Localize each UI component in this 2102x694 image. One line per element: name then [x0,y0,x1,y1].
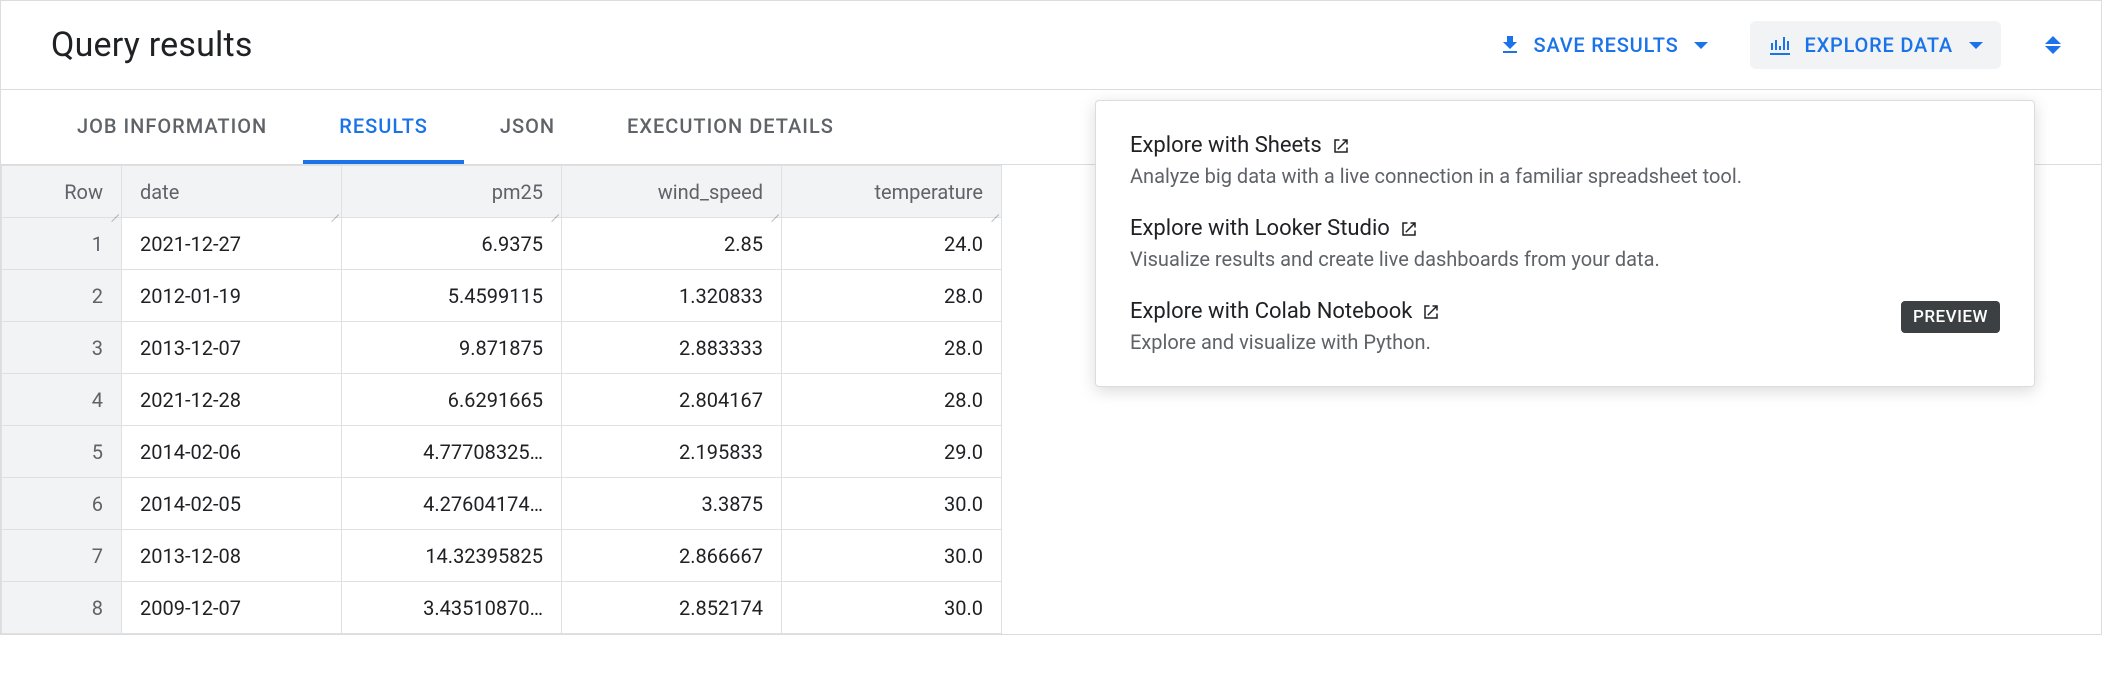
cell-pm25: 9.871875 [342,322,562,374]
query-results-panel: Query results SAVE RESULTS EXPLORE DATA … [0,0,2102,635]
explore-data-button[interactable]: EXPLORE DATA [1750,21,2001,69]
preview-badge: PREVIEW [1901,301,2000,333]
table-row: 82009-12-073.43510870…2.85217430.0 [2,582,1002,634]
cell-pm25: 4.27604174… [342,478,562,530]
dropdown-item-title: Explore with Colab Notebook [1130,299,2000,324]
resize-handle[interactable] [329,205,339,215]
cell-pm25: 14.32395825 [342,530,562,582]
table-row: 62014-02-054.27604174…3.387530.0 [2,478,1002,530]
cell-date: 2012-01-19 [122,270,342,322]
table-row: 72013-12-0814.323958252.86666730.0 [2,530,1002,582]
table-row: 32013-12-079.8718752.88333328.0 [2,322,1002,374]
column-header-temperature[interactable]: temperature [782,166,1002,218]
panel-header: Query results SAVE RESULTS EXPLORE DATA [1,1,2101,90]
cell-row-index: 8 [2,582,122,634]
chart-icon [1768,33,1792,57]
table-header-row: Row date pm25 wind_speed temperature [2,166,1002,218]
cell-row-index: 2 [2,270,122,322]
resize-handle[interactable] [769,205,779,215]
save-results-label: SAVE RESULTS [1534,33,1679,57]
cell-pm25: 3.43510870… [342,582,562,634]
dropdown-item-desc: Visualize results and create live dashbo… [1130,247,2000,271]
cell-date: 2021-12-28 [122,374,342,426]
cell-date: 2014-02-06 [122,426,342,478]
header-actions: SAVE RESULTS EXPLORE DATA [1480,21,2061,69]
cell-pm25: 6.9375 [342,218,562,270]
cell-pm25: 5.4599115 [342,270,562,322]
cell-date: 2014-02-05 [122,478,342,530]
cell-temperature: 28.0 [782,374,1002,426]
cell-date: 2013-12-07 [122,322,342,374]
dropdown-item-colab[interactable]: Explore with Colab Notebook Explore and … [1096,285,2034,368]
cell-date: 2009-12-07 [122,582,342,634]
cell-date: 2013-12-08 [122,530,342,582]
chevron-down-icon [1694,42,1708,49]
dropdown-item-title: Explore with Looker Studio [1130,216,2000,241]
column-header-pm25[interactable]: pm25 [342,166,562,218]
tab-json[interactable]: JSON [464,90,591,164]
cell-wind-speed: 2.866667 [562,530,782,582]
cell-row-index: 3 [2,322,122,374]
column-header-wind-speed[interactable]: wind_speed [562,166,782,218]
cell-wind-speed: 2.883333 [562,322,782,374]
column-header-row[interactable]: Row [2,166,122,218]
cell-pm25: 6.6291665 [342,374,562,426]
table-row: 22012-01-195.45991151.32083328.0 [2,270,1002,322]
cell-wind-speed: 2.804167 [562,374,782,426]
table-row: 12021-12-276.93752.8524.0 [2,218,1002,270]
download-icon [1498,33,1522,57]
cell-row-index: 4 [2,374,122,426]
dropdown-item-desc: Explore and visualize with Python. [1130,330,2000,354]
cell-row-index: 6 [2,478,122,530]
panel-title: Query results [51,25,1480,65]
chevron-up-icon [2045,36,2061,44]
cell-wind-speed: 1.320833 [562,270,782,322]
cell-wind-speed: 2.85 [562,218,782,270]
cell-wind-speed: 2.195833 [562,426,782,478]
cell-temperature: 28.0 [782,270,1002,322]
dropdown-item-sheets[interactable]: Explore with Sheets Analyze big data wit… [1096,119,2034,202]
chevron-down-icon [1969,42,1983,49]
table-body: 12021-12-276.93752.8524.022012-01-195.45… [2,218,1002,634]
tab-execution-details[interactable]: EXECUTION DETAILS [591,90,870,164]
cell-temperature: 30.0 [782,530,1002,582]
explore-data-label: EXPLORE DATA [1804,33,1953,57]
resize-handle[interactable] [549,205,559,215]
resize-handle[interactable] [109,205,119,215]
dropdown-item-looker[interactable]: Explore with Looker Studio Visualize res… [1096,202,2034,285]
cell-wind-speed: 2.852174 [562,582,782,634]
external-link-icon [1332,137,1350,155]
save-results-button[interactable]: SAVE RESULTS [1480,21,1727,69]
tab-results[interactable]: RESULTS [303,90,464,164]
chevron-down-icon [2045,46,2061,54]
resize-handle[interactable] [989,205,999,215]
cell-pm25: 4.77708325… [342,426,562,478]
cell-temperature: 24.0 [782,218,1002,270]
cell-row-index: 1 [2,218,122,270]
table-row: 52014-02-064.77708325…2.19583329.0 [2,426,1002,478]
cell-temperature: 30.0 [782,582,1002,634]
results-table: Row date pm25 wind_speed temperature 120… [1,165,1002,634]
tab-job-information[interactable]: JOB INFORMATION [41,90,303,164]
explore-data-dropdown: Explore with Sheets Analyze big data wit… [1095,100,2035,387]
table-row: 42021-12-286.62916652.80416728.0 [2,374,1002,426]
cell-temperature: 30.0 [782,478,1002,530]
cell-row-index: 7 [2,530,122,582]
expand-collapse-button[interactable] [2045,36,2061,54]
cell-row-index: 5 [2,426,122,478]
dropdown-item-title: Explore with Sheets [1130,133,2000,158]
cell-wind-speed: 3.3875 [562,478,782,530]
cell-temperature: 28.0 [782,322,1002,374]
external-link-icon [1422,303,1440,321]
cell-temperature: 29.0 [782,426,1002,478]
cell-date: 2021-12-27 [122,218,342,270]
external-link-icon [1400,220,1418,238]
dropdown-item-desc: Analyze big data with a live connection … [1130,164,2000,188]
column-header-date[interactable]: date [122,166,342,218]
